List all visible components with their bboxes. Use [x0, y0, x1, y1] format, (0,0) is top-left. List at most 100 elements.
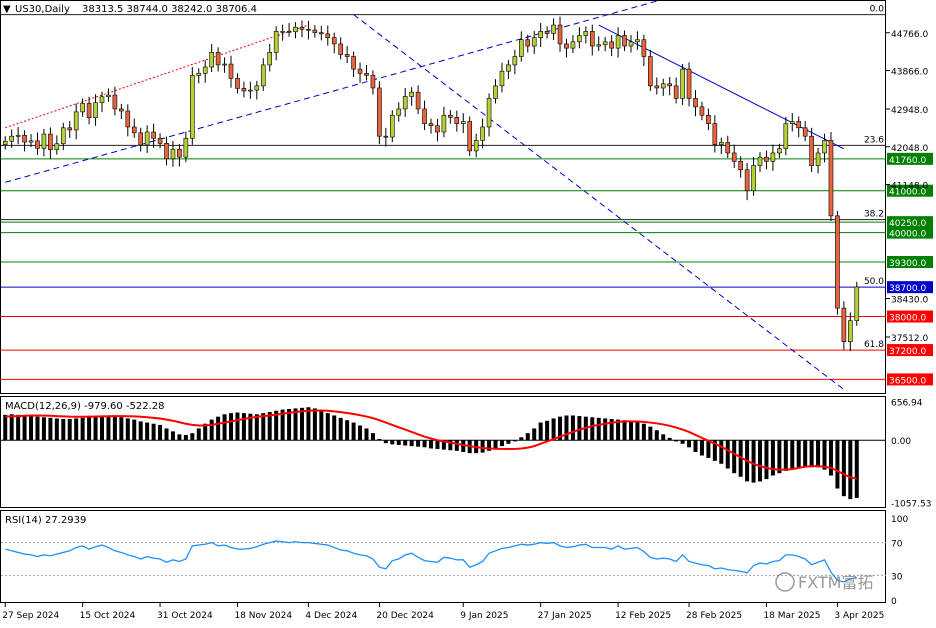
candle-bear	[622, 35, 627, 47]
candle-bear	[338, 43, 343, 55]
macd-histogram-bar	[674, 440, 679, 442]
candle-bear	[673, 85, 679, 99]
macd-histogram-bar	[828, 440, 833, 476]
macd-histogram-bar	[9, 414, 14, 441]
macd-histogram-bar	[499, 440, 504, 447]
candle-bear	[828, 140, 834, 217]
macd-histogram-bar	[396, 440, 401, 445]
candle-bull	[815, 152, 821, 166]
macd-histogram-bar	[241, 413, 246, 441]
candle-bull	[789, 121, 795, 124]
candle-bear	[654, 85, 660, 89]
macd-histogram-bar	[358, 425, 363, 441]
macd-histogram-bar	[132, 419, 137, 441]
candle-bull	[570, 41, 576, 49]
date-tick-label: 27 Sep 2024	[2, 611, 59, 621]
candle-bull	[402, 96, 408, 110]
candle-bull	[396, 108, 402, 116]
candle-bear	[370, 75, 376, 89]
macd-histogram-bar	[680, 440, 685, 444]
macd-histogram-bar	[48, 417, 53, 441]
candle-bull	[635, 39, 640, 43]
candle-bear	[215, 52, 221, 66]
candle-bull	[41, 133, 47, 149]
price-tick-label: 43866.0	[891, 68, 928, 78]
chart-canvas[interactable]: 0.023.638.250.061.8 41760.041000.040250.…	[0, 0, 936, 624]
macd-histogram-bar	[532, 428, 537, 441]
date-tick-label: 9 Jan 2025	[460, 611, 508, 621]
candle-bull	[551, 24, 556, 34]
fib-level-label: 0.0	[870, 5, 885, 15]
date-tick-label: 18 Mar 2025	[763, 611, 820, 621]
macd-histogram-bar	[125, 418, 130, 441]
macd-histogram-bar	[758, 440, 763, 482]
candle-bull	[170, 148, 176, 160]
price-tick-label: 42048.0	[891, 144, 928, 154]
candle-bear	[706, 114, 711, 124]
macd-histogram-bar	[506, 440, 511, 444]
date-tick-label: 3 Apr 2025	[834, 611, 884, 621]
macd-histogram-bar	[54, 418, 59, 441]
date-tick-label: 31 Oct 2024	[157, 611, 213, 621]
rsi-label: RSI(14) 27.2939	[5, 515, 86, 526]
candle-bear	[525, 39, 531, 47]
candle-bull	[777, 148, 782, 154]
price-tick-label: 38430.0	[891, 295, 928, 305]
candle-bull	[28, 140, 34, 143]
candle-bear	[112, 94, 118, 110]
level-price-label: 40000.0	[889, 230, 926, 240]
candle-bear	[744, 169, 750, 192]
candle-bear	[138, 132, 143, 146]
macd-histogram-bar	[325, 413, 330, 441]
macd-histogram-bar	[80, 417, 85, 441]
candle-bear	[589, 31, 595, 47]
candle-bull	[99, 96, 105, 103]
symbol-dropdown-icon[interactable]: ▼	[3, 4, 11, 15]
candle-bear	[131, 126, 137, 134]
macd-tick-label: 0.00	[891, 437, 911, 447]
price-tick-label: 44766.0	[891, 30, 928, 40]
candle-bear	[448, 114, 453, 118]
level-price-label: 39300.0	[889, 259, 926, 269]
date-tick-label: 27 Jan 2025	[538, 611, 592, 621]
candle-bear	[667, 83, 672, 87]
rsi-tick-label: 30	[891, 572, 903, 582]
rsi-tick-label: 0	[891, 597, 897, 607]
candle-bear	[299, 26, 305, 30]
candle-bear	[544, 31, 550, 34]
candle-bull	[615, 35, 621, 49]
macd-histogram-bar	[719, 440, 724, 464]
macd-histogram-bar	[183, 434, 188, 441]
candle-bull	[538, 31, 543, 38]
candle-bear	[435, 125, 440, 133]
candle-bull	[260, 64, 266, 87]
chart-window[interactable]: 0.0 23.6 38.2 50.0 61.8 41760.0 41000.0 40250.…	[0, 0, 936, 624]
macd-histogram-bar	[635, 421, 640, 441]
candle-bull	[680, 68, 685, 99]
candle-bull	[15, 135, 21, 137]
candle-bear	[415, 91, 421, 110]
candle-bull	[293, 26, 298, 33]
candle-bull	[254, 85, 260, 91]
macd-histogram-bar	[493, 440, 498, 449]
candle-bull	[783, 123, 789, 150]
macd-histogram-bar	[351, 422, 356, 441]
macd-histogram-bar	[783, 440, 788, 471]
macd-histogram-bar	[332, 415, 337, 441]
macd-histogram-bar	[764, 440, 769, 480]
macd-histogram-bar	[648, 426, 653, 441]
macd-histogram-bar	[538, 422, 543, 441]
candle-bear	[228, 63, 234, 79]
candle-bull	[480, 126, 485, 141]
candle-bear	[351, 56, 356, 70]
level-price-label: 37200.0	[889, 347, 926, 357]
candle-bull	[751, 165, 756, 192]
candle-bull	[106, 94, 111, 98]
candle-bull	[441, 114, 447, 133]
macd-histogram-bar	[790, 440, 795, 470]
fib-level-label: 61.8	[864, 340, 884, 350]
fib-level-label: 23.6	[864, 135, 884, 145]
candle-bear	[344, 54, 350, 57]
macd-histogram-bar	[777, 440, 782, 474]
macd-histogram-bar	[216, 416, 221, 441]
